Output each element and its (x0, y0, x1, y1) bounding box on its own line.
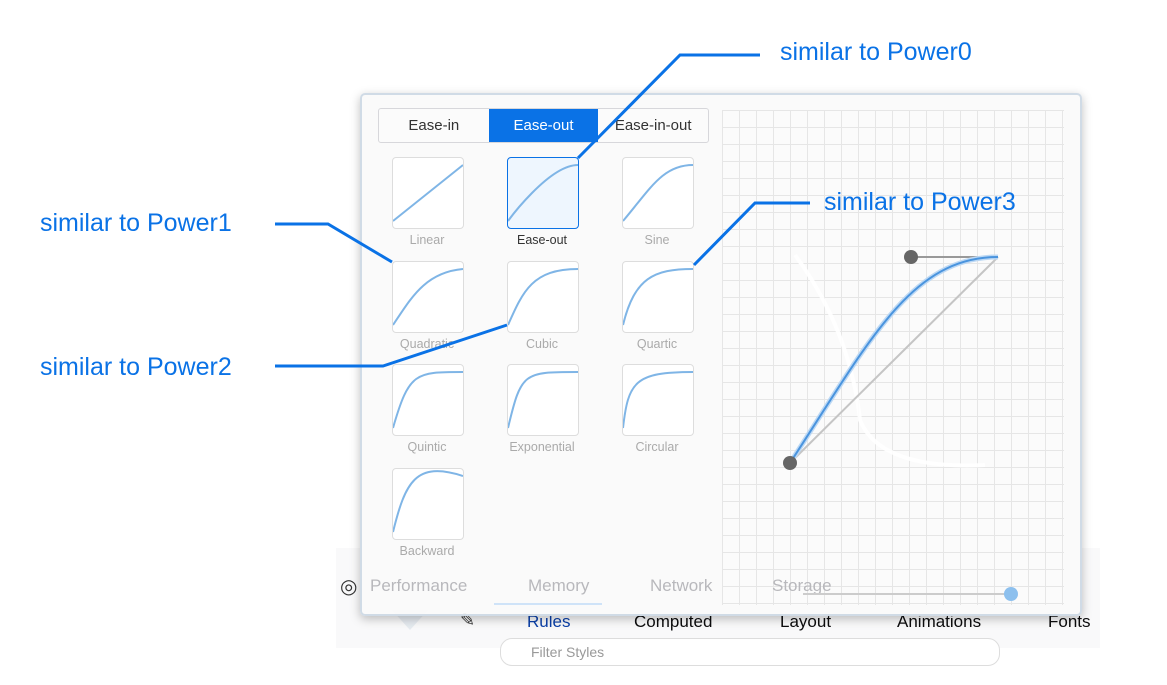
preset-quintic[interactable] (392, 364, 464, 436)
bezier-canvas[interactable] (722, 110, 1064, 605)
preset-circular[interactable] (622, 364, 694, 436)
active-tab-indicator (494, 603, 602, 605)
preset-label: Quadratic (399, 337, 455, 351)
preset-curve-icon (392, 371, 464, 429)
annotation-power0: similar to Power0 (780, 38, 972, 66)
filter-styles-placeholder: Filter Styles (531, 644, 605, 660)
preset-backward[interactable] (392, 468, 464, 540)
preset-label: Ease-out (516, 233, 568, 247)
preset-label: Quintic (407, 440, 447, 454)
preset-exponential[interactable] (507, 364, 579, 436)
annotation-power1: similar to Power1 (40, 209, 232, 237)
preset-quadratic[interactable] (392, 261, 464, 333)
preset-label: Sine (644, 233, 670, 247)
tab-ease-out[interactable]: Ease-out (488, 109, 599, 142)
preset-label: Backward (399, 544, 455, 558)
preset-curve-icon (392, 164, 464, 222)
preset-curve-icon (622, 268, 694, 326)
preset-curve-icon (622, 371, 694, 429)
devtools-tab-performance[interactable]: Performance (370, 576, 467, 596)
performance-icon: ◎ (340, 576, 358, 598)
preset-label: Circular (635, 440, 679, 454)
preset-sine[interactable] (622, 157, 694, 229)
preset-label: Quartic (636, 337, 678, 351)
preset-curve-icon (507, 164, 579, 222)
annotation-power2: similar to Power2 (40, 353, 232, 381)
preset-linear[interactable] (392, 157, 464, 229)
tab-ease-in-out[interactable]: Ease-in-out (598, 109, 708, 142)
preset-quartic[interactable] (622, 261, 694, 333)
filter-styles-input[interactable]: Filter Styles (500, 638, 1000, 666)
devtools-tab-memory[interactable]: Memory (528, 576, 589, 596)
preset-label: Linear (409, 233, 445, 247)
preset-ease-out[interactable] (507, 157, 579, 229)
easing-type-tabs: Ease-in Ease-out Ease-in-out (378, 108, 709, 143)
annotation-power3: similar to Power3 (824, 188, 1016, 216)
preset-cubic[interactable] (507, 261, 579, 333)
preset-label: Exponential (509, 440, 575, 454)
preset-label: Cubic (526, 337, 558, 351)
preset-curve-icon (507, 268, 579, 326)
preset-curve-icon (507, 371, 579, 429)
preset-curve-icon (392, 470, 464, 533)
tab-ease-in[interactable]: Ease-in (379, 109, 489, 142)
devtools-tab-network[interactable]: Network (650, 576, 712, 596)
preset-curve-icon (392, 268, 464, 326)
preset-curve-icon (622, 164, 694, 222)
devtools-tab-storage[interactable]: Storage (772, 576, 832, 596)
